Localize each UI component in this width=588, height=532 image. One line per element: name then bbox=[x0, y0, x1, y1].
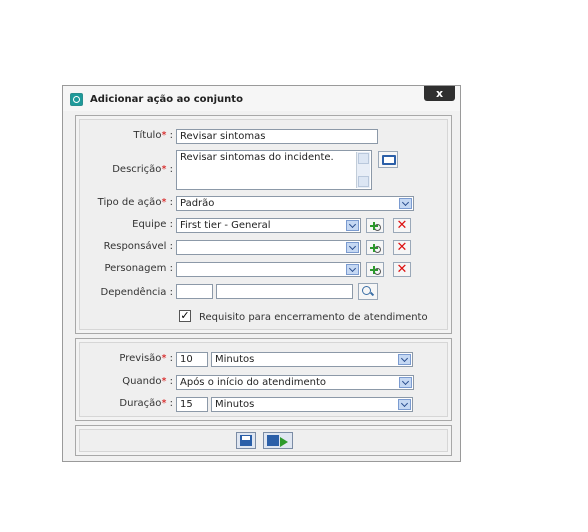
descricao-textarea[interactable]: Revisar sintomas do incidente. bbox=[176, 150, 372, 190]
scroll-down-arrow[interactable] bbox=[358, 176, 369, 187]
save-close-icon[interactable] bbox=[263, 432, 293, 449]
personagem-delete-icon[interactable]: ✕ bbox=[393, 262, 411, 277]
actions-panel bbox=[75, 425, 452, 456]
dialog-titlebar: Adicionar ação ao conjunto x bbox=[63, 86, 460, 111]
dependencia-label: Dependência : bbox=[100, 287, 174, 298]
personagem-select[interactable] bbox=[176, 262, 361, 277]
save-icon[interactable] bbox=[236, 432, 256, 449]
details-panel: Título* : Revisar sintomas Descrição* : … bbox=[75, 115, 452, 334]
quando-select[interactable]: Após o início do atendimento bbox=[176, 375, 414, 390]
responsavel-delete-icon[interactable]: ✕ bbox=[393, 240, 411, 255]
equipe-label: Equipe : bbox=[132, 219, 173, 230]
quando-value: Após o início do atendimento bbox=[180, 377, 327, 388]
dependencia-input[interactable] bbox=[216, 284, 353, 299]
equipe-add-icon[interactable] bbox=[366, 218, 384, 233]
descricao-text: Revisar sintomas do incidente. bbox=[180, 152, 334, 163]
book-icon[interactable] bbox=[378, 151, 398, 168]
duracao-unit-select[interactable]: Minutos bbox=[211, 397, 413, 412]
chevron-down-icon bbox=[398, 399, 411, 410]
descricao-label: Descrição* : bbox=[112, 164, 173, 175]
duracao-label: Duração* : bbox=[119, 398, 173, 409]
previsao-unit-value: Minutos bbox=[215, 354, 255, 365]
chevron-down-icon bbox=[346, 220, 359, 231]
app-icon bbox=[70, 93, 83, 106]
scroll-up-arrow[interactable] bbox=[358, 153, 369, 164]
responsavel-add-icon[interactable] bbox=[366, 240, 384, 255]
dialog: Adicionar ação ao conjunto x Título* : R… bbox=[62, 85, 461, 462]
tipo-acao-label: Tipo de ação* : bbox=[97, 197, 173, 208]
chevron-down-icon bbox=[399, 377, 412, 388]
equipe-select[interactable]: First tier - General bbox=[176, 218, 361, 233]
duracao-unit-value: Minutos bbox=[215, 399, 255, 410]
requisito-checkbox[interactable]: ✓ bbox=[179, 310, 191, 322]
close-button[interactable]: x bbox=[424, 86, 455, 101]
previsao-unit-select[interactable]: Minutos bbox=[211, 352, 413, 367]
tipo-acao-select[interactable]: Padrão bbox=[176, 196, 414, 211]
responsavel-select[interactable] bbox=[176, 240, 361, 255]
dialog-title: Adicionar ação ao conjunto bbox=[90, 94, 243, 105]
chevron-down-icon bbox=[398, 354, 411, 365]
titulo-label: Título* : bbox=[133, 130, 173, 141]
responsavel-label: Responsável : bbox=[103, 241, 173, 252]
quando-label: Quando* : bbox=[122, 376, 173, 387]
equipe-value: First tier - General bbox=[180, 220, 271, 231]
titulo-input[interactable]: Revisar sintomas bbox=[176, 129, 378, 144]
previsao-label: Previsão* : bbox=[119, 353, 173, 364]
equipe-delete-icon[interactable]: ✕ bbox=[393, 218, 411, 233]
chevron-down-icon bbox=[399, 198, 412, 209]
chevron-down-icon bbox=[346, 264, 359, 275]
duracao-input[interactable]: 15 bbox=[176, 397, 208, 412]
personagem-add-icon[interactable] bbox=[366, 262, 384, 277]
personagem-label: Personagem : bbox=[104, 263, 173, 274]
previsao-input[interactable]: 10 bbox=[176, 352, 208, 367]
descricao-scrollbar[interactable] bbox=[356, 152, 370, 188]
close-icon: x bbox=[435, 87, 444, 100]
search-icon[interactable] bbox=[358, 283, 378, 300]
chevron-down-icon bbox=[346, 242, 359, 253]
tipo-acao-value: Padrão bbox=[180, 198, 215, 209]
dependencia-code-input[interactable] bbox=[176, 284, 213, 299]
timing-panel: Previsão* : 10 Minutos Quando* : Após o … bbox=[75, 338, 452, 421]
requisito-label: Requisito para encerramento de atendimen… bbox=[199, 312, 428, 323]
